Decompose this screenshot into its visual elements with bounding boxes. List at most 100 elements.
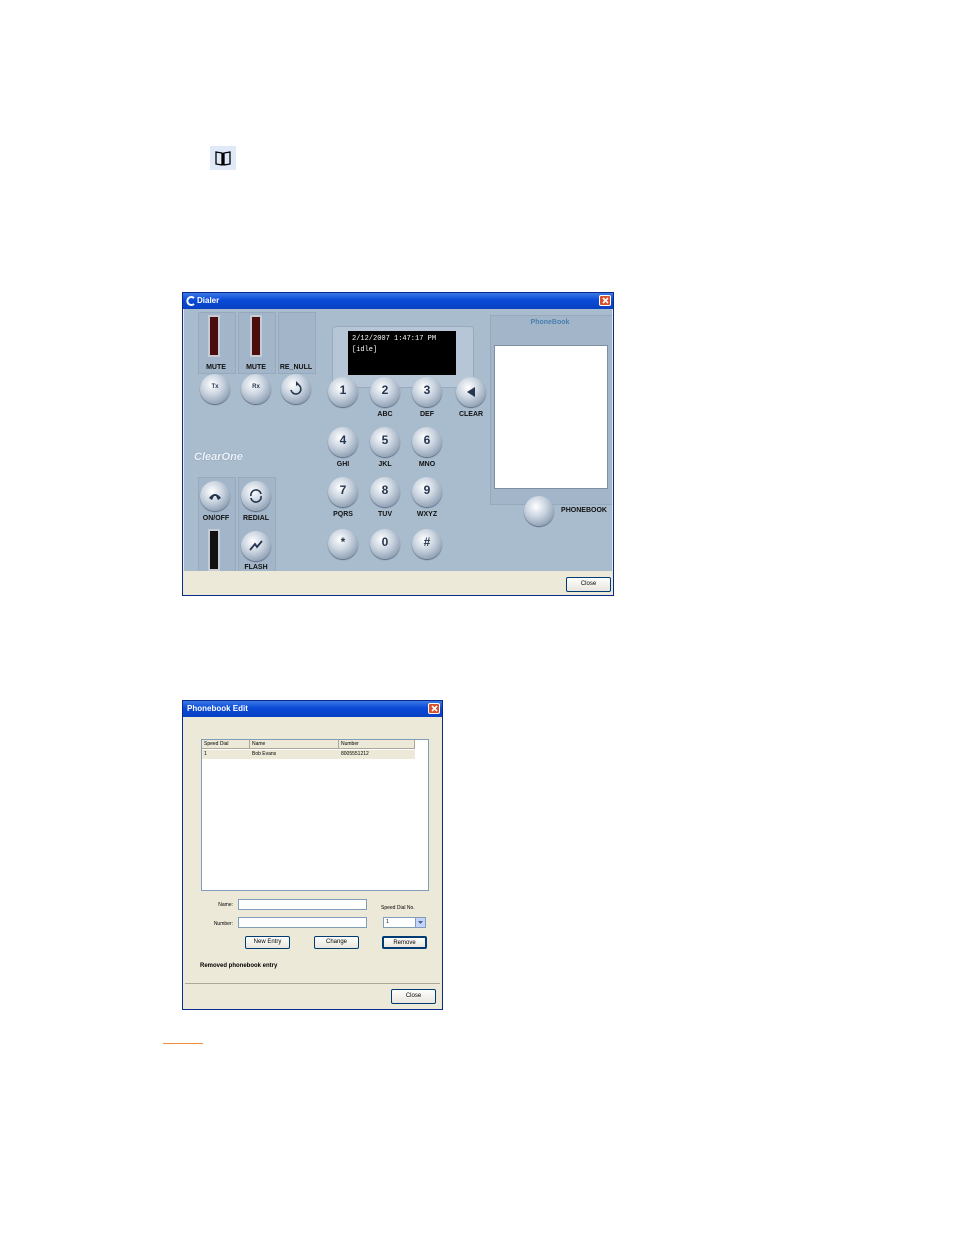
dialer-window: Dialer MUTE MUTE RE_NULL Tx Rx ClearOne … xyxy=(182,292,614,596)
re-null-button[interactable] xyxy=(281,374,311,404)
handset-icon xyxy=(209,494,221,500)
dialer-panel: MUTE MUTE RE_NULL Tx Rx ClearOne ON/OFF … xyxy=(184,309,612,571)
clearone-app-icon xyxy=(186,296,195,306)
column-header-speed-dial[interactable]: Speed Dial xyxy=(202,740,250,749)
dialer-display: 2/12/2007 1:47:17 PM [idle] xyxy=(348,331,456,375)
key-digit: 1 xyxy=(339,383,347,397)
key-letters: GHI xyxy=(336,461,350,468)
mute-rx-label: MUTE xyxy=(246,364,266,371)
number-label: Number: xyxy=(213,921,233,927)
key-digit: 3 xyxy=(423,383,431,397)
line-level-meter xyxy=(208,529,220,571)
clear-label: CLEAR xyxy=(458,411,484,418)
new-entry-button[interactable]: New Entry xyxy=(245,936,290,949)
redial-icon xyxy=(250,489,262,503)
key-button[interactable]: 9 xyxy=(412,477,442,507)
table-row[interactable]: 1 Bob Evans 8005551212 xyxy=(202,750,415,759)
display-datetime: 2/12/2007 1:47:17 PM xyxy=(352,335,437,343)
redial-label: REDIAL xyxy=(242,515,270,522)
phonebook-button-label: PHONEBOOK xyxy=(561,507,607,514)
key-button[interactable]: 2 xyxy=(370,377,400,407)
dialer-title: Dialer xyxy=(197,296,220,305)
clear-button[interactable] xyxy=(456,377,486,407)
change-button[interactable]: Change xyxy=(314,936,359,949)
key-button[interactable]: 0 xyxy=(370,529,400,559)
key-letters: DEF xyxy=(420,411,434,418)
phonebook-edit-title: Phonebook Edit xyxy=(187,704,248,713)
column-header-number[interactable]: Number xyxy=(339,740,415,749)
key-digit: * xyxy=(340,535,346,549)
key-digit: 2 xyxy=(381,383,389,397)
phonebook-title: PhoneBook xyxy=(530,319,570,326)
on-off-label: ON/OFF xyxy=(202,515,230,522)
tx-button-label: Tx xyxy=(211,384,219,390)
key-button[interactable]: 7 xyxy=(328,477,358,507)
dialer-close-button[interactable]: Close xyxy=(566,577,611,592)
row-name: Bob Evans xyxy=(252,751,277,757)
phonebook-edit-window: Phonebook Edit Speed Dial Name Number 1 … xyxy=(182,700,443,1010)
link-underline xyxy=(163,1043,203,1044)
mute-tx-button[interactable]: Tx xyxy=(200,374,230,404)
key-digit: 0 xyxy=(381,535,389,549)
row-speed-dial: 1 xyxy=(204,751,207,757)
speed-dial-label: Speed Dial No. xyxy=(381,905,415,911)
redial-button[interactable] xyxy=(241,481,271,511)
phonebook-list[interactable] xyxy=(494,345,608,489)
dialer-close-icon[interactable] xyxy=(599,295,611,306)
flash-icon xyxy=(249,540,263,551)
key-digit: # xyxy=(423,535,431,549)
rx-button-label: Rx xyxy=(252,384,260,390)
key-button[interactable]: 5 xyxy=(370,427,400,457)
key-digit: 8 xyxy=(381,483,389,497)
flash-label: FLASH xyxy=(244,564,268,571)
dialer-footer xyxy=(184,571,612,595)
status-message: Removed phonebook entry xyxy=(200,963,278,969)
display-status: [idle] xyxy=(352,346,378,354)
key-button[interactable]: 4 xyxy=(328,427,358,457)
key-letters: ABC xyxy=(377,411,393,418)
key-button[interactable]: 1 xyxy=(328,377,358,407)
key-button[interactable]: * xyxy=(328,529,358,559)
mute-rx-button[interactable]: Rx xyxy=(241,374,271,404)
key-digit: 9 xyxy=(423,483,431,497)
name-input[interactable] xyxy=(238,899,367,910)
remove-button[interactable]: Remove xyxy=(382,936,427,949)
phonebook-button[interactable] xyxy=(524,496,554,526)
clearone-logo: ClearOne xyxy=(194,451,243,463)
name-label: Name: xyxy=(218,902,233,908)
mute-tx-label: MUTE xyxy=(206,364,226,371)
re-null-icon xyxy=(290,381,302,395)
key-digit: 5 xyxy=(381,433,389,447)
phonebook-edit-titlebar: Phonebook Edit xyxy=(183,701,442,717)
backspace-arrow-icon xyxy=(467,387,475,397)
chevron-down-icon[interactable] xyxy=(415,918,425,927)
key-digit: 4 xyxy=(339,433,347,447)
key-digit: 6 xyxy=(423,433,431,447)
speed-dial-select[interactable]: 1 xyxy=(383,917,426,928)
key-digit: 7 xyxy=(339,483,347,497)
row-number: 8005551212 xyxy=(341,751,369,757)
key-button[interactable]: 3 xyxy=(412,377,442,407)
on-off-button[interactable] xyxy=(200,481,230,511)
key-letters: WXYZ xyxy=(416,511,438,518)
key-button[interactable]: # xyxy=(412,529,442,559)
key-button[interactable]: 8 xyxy=(370,477,400,507)
key-button[interactable]: 6 xyxy=(412,427,442,457)
key-letters: PQRS xyxy=(333,511,353,518)
column-header-name[interactable]: Name xyxy=(250,740,339,749)
dialer-titlebar: Dialer xyxy=(183,293,613,309)
phonebook-icon xyxy=(210,146,236,170)
phonebook-edit-close-icon[interactable] xyxy=(428,703,440,714)
speed-dial-value: 1 xyxy=(386,919,389,925)
tx-level-meter xyxy=(208,315,220,357)
key-letters: TUV xyxy=(378,511,392,518)
flash-button[interactable] xyxy=(241,531,271,561)
key-letters: JKL xyxy=(378,461,392,468)
footer-divider xyxy=(185,983,440,984)
key-letters: MNO xyxy=(418,461,436,468)
rx-level-meter xyxy=(250,315,262,357)
number-input[interactable] xyxy=(238,917,367,928)
phonebook-table[interactable]: Speed Dial Name Number 1 Bob Evans 80055… xyxy=(201,739,429,891)
re-null-label: RE_NULL xyxy=(279,364,313,371)
phonebook-edit-close-button[interactable]: Close xyxy=(391,989,436,1004)
